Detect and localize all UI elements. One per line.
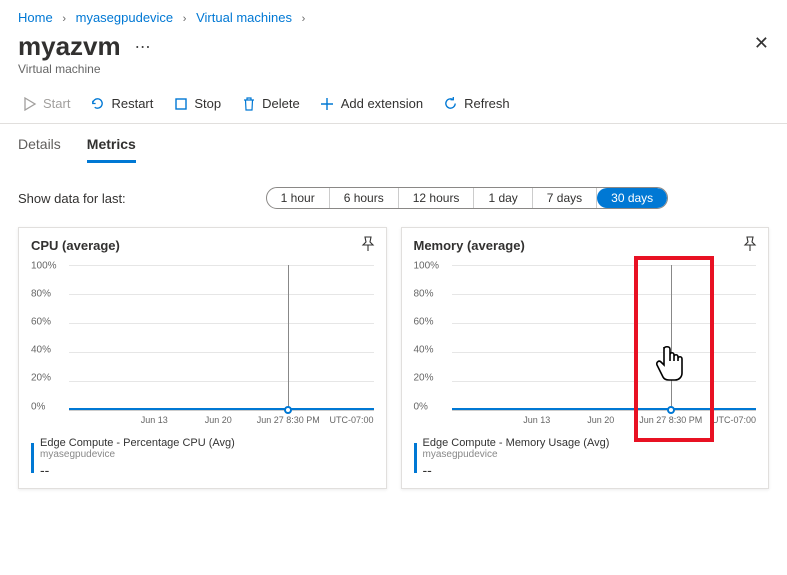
- start-button: Start: [18, 94, 74, 113]
- refresh-button[interactable]: Refresh: [439, 94, 514, 113]
- metric-cards: CPU (average) 100% 80% 60% 40% 20% 0%: [0, 223, 787, 507]
- pill-6hours[interactable]: 6 hours: [330, 188, 399, 208]
- pill-12hours[interactable]: 12 hours: [399, 188, 475, 208]
- restart-icon: [90, 96, 105, 111]
- cpu-chart[interactable]: 100% 80% 60% 40% 20% 0% Jun 13 Jun 20: [31, 263, 374, 431]
- memory-chart[interactable]: 100% 80% 60% 40% 20% 0% Jun 13 Jun 20: [414, 263, 757, 431]
- breadcrumb-device[interactable]: myasegpudevice: [76, 10, 174, 25]
- chevron-right-icon: ›: [62, 13, 66, 25]
- close-icon[interactable]: ✕: [754, 33, 769, 54]
- stop-button[interactable]: Stop: [169, 94, 225, 113]
- pin-icon[interactable]: [742, 236, 758, 255]
- chevron-right-icon: ›: [183, 13, 187, 25]
- pill-1day[interactable]: 1 day: [474, 188, 532, 208]
- breadcrumb: Home › myasegpudevice › Virtual machines…: [0, 0, 787, 25]
- pill-7days[interactable]: 7 days: [533, 188, 597, 208]
- page-title: myazvm: [18, 31, 121, 62]
- legend: Edge Compute - Memory Usage (Avg) myaseg…: [414, 437, 757, 478]
- delete-button[interactable]: Delete: [237, 94, 304, 113]
- highlight-line: [671, 265, 672, 410]
- page-header: myazvm ⋯ Virtual machine ✕: [0, 25, 787, 78]
- legend: Edge Compute - Percentage CPU (Avg) myas…: [31, 437, 374, 478]
- pin-icon[interactable]: [360, 236, 376, 255]
- stop-icon: [173, 96, 188, 111]
- chevron-right-icon: ›: [302, 13, 306, 25]
- trash-icon: [241, 96, 256, 111]
- tab-bar: Details Metrics: [0, 124, 787, 163]
- tab-details[interactable]: Details: [18, 136, 61, 163]
- pill-30days[interactable]: 30 days: [597, 188, 667, 208]
- toolbar: Start Restart Stop Delete Add extension …: [0, 78, 787, 124]
- data-line: [69, 408, 374, 410]
- legend-color: [414, 443, 417, 473]
- add-extension-button[interactable]: Add extension: [316, 94, 427, 113]
- cpu-card: CPU (average) 100% 80% 60% 40% 20% 0%: [18, 227, 387, 489]
- tab-metrics[interactable]: Metrics: [87, 136, 136, 163]
- refresh-icon: [443, 96, 458, 111]
- filter-label: Show data for last:: [18, 191, 126, 206]
- card-title: CPU (average): [31, 238, 374, 253]
- time-filter-row: Show data for last: 1 hour 6 hours 12 ho…: [0, 163, 787, 223]
- restart-button[interactable]: Restart: [86, 94, 157, 113]
- page-subtitle: Virtual machine: [18, 62, 769, 76]
- highlight-line: [288, 265, 289, 410]
- time-range-pills: 1 hour 6 hours 12 hours 1 day 7 days 30 …: [266, 187, 669, 209]
- pill-1hour[interactable]: 1 hour: [267, 188, 330, 208]
- breadcrumb-vms[interactable]: Virtual machines: [196, 10, 292, 25]
- legend-color: [31, 443, 34, 473]
- play-icon: [22, 96, 37, 111]
- more-icon[interactable]: ⋯: [135, 37, 151, 57]
- plus-icon: [320, 96, 335, 111]
- breadcrumb-home[interactable]: Home: [18, 10, 53, 25]
- memory-card: Memory (average) 100% 80% 60% 40% 20% 0%: [401, 227, 770, 489]
- card-title: Memory (average): [414, 238, 757, 253]
- data-line: [452, 408, 757, 410]
